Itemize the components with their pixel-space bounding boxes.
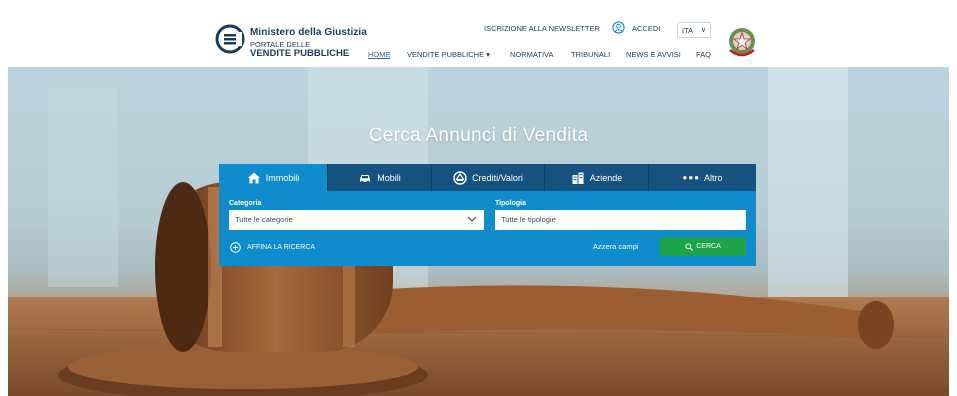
tab-crediti-valori[interactable]: Crediti/Valori bbox=[432, 164, 545, 191]
tab-altro[interactable]: ●●● Altro bbox=[649, 164, 756, 191]
site-header: Ministero della Giustizia PORTALE DELLE … bbox=[0, 0, 957, 67]
tab-mobili[interactable]: Mobili bbox=[328, 164, 432, 191]
category-label: Categoria bbox=[229, 200, 262, 207]
search-button[interactable]: CERCA bbox=[660, 237, 746, 256]
building-icon bbox=[572, 172, 584, 184]
brand-portal-name: VENDITE PUBBLICHE bbox=[250, 48, 350, 59]
search-widget: Immobili Mobili Crediti/Valori Aziende ●… bbox=[219, 164, 756, 266]
tab-label: Crediti/Valori bbox=[472, 172, 523, 183]
category-value: Tutte le categorie bbox=[235, 215, 293, 224]
coins-icon bbox=[453, 170, 467, 185]
search-panel: Categoria Tutte le categorie Tipologia T… bbox=[219, 191, 756, 266]
user-icon[interactable] bbox=[612, 21, 625, 34]
chevron-down-icon: ∨ bbox=[701, 27, 707, 34]
chevron-down-icon bbox=[467, 216, 477, 222]
tab-label: Mobili bbox=[377, 172, 401, 183]
nav-news-avvisi[interactable]: NEWS E AVVISI bbox=[626, 50, 681, 59]
type-label: Tipologia bbox=[495, 200, 526, 207]
nav-normativa[interactable]: NORMATIVA bbox=[510, 50, 553, 59]
house-icon bbox=[247, 172, 260, 183]
car-icon bbox=[360, 174, 371, 183]
dots-icon: ●●● bbox=[682, 173, 700, 182]
language-select[interactable]: ITA ∨ bbox=[677, 22, 711, 38]
search-button-label: CERCA bbox=[696, 243, 721, 250]
type-input[interactable]: Tutte le tipologie bbox=[495, 210, 746, 230]
nav-faq[interactable]: FAQ bbox=[696, 50, 711, 59]
search-icon bbox=[685, 242, 694, 251]
plus-circle-icon[interactable] bbox=[230, 242, 241, 253]
category-select[interactable]: Tutte le categorie bbox=[229, 210, 484, 230]
login-link[interactable]: ACCEDI bbox=[632, 24, 660, 33]
tab-label: Immobili bbox=[265, 172, 300, 183]
brand-ministry: Ministero della Giustizia bbox=[250, 27, 367, 38]
type-value: Tutte le tipologie bbox=[501, 215, 556, 224]
hero-title: Cerca Annunci di Vendita bbox=[368, 125, 589, 146]
tab-label: Aziende bbox=[589, 172, 623, 183]
page: Ministero della Giustizia PORTALE DELLE … bbox=[0, 0, 957, 396]
reset-fields-link[interactable]: Azzera campi bbox=[593, 242, 638, 251]
language-value: ITA bbox=[682, 26, 694, 35]
refine-search-link[interactable]: AFFINA LA RICERCA bbox=[247, 244, 315, 251]
search-tabs: Immobili Mobili Crediti/Valori Aziende ●… bbox=[219, 164, 756, 191]
tab-immobili[interactable]: Immobili bbox=[219, 164, 328, 191]
portal-logo-icon[interactable] bbox=[215, 24, 245, 54]
tab-label: Altro bbox=[703, 172, 723, 183]
nav-vendite-pubbliche[interactable]: VENDITE PUBBLICHE ▾ bbox=[407, 50, 490, 59]
nav-home[interactable]: HOME bbox=[368, 50, 391, 59]
republic-emblem-icon bbox=[729, 28, 755, 57]
newsletter-link[interactable]: ISCRIZIONE ALLA NEWSLETTER bbox=[484, 24, 600, 33]
nav-tribunali[interactable]: TRIBUNALI bbox=[571, 50, 610, 59]
tab-aziende[interactable]: Aziende bbox=[545, 164, 649, 191]
